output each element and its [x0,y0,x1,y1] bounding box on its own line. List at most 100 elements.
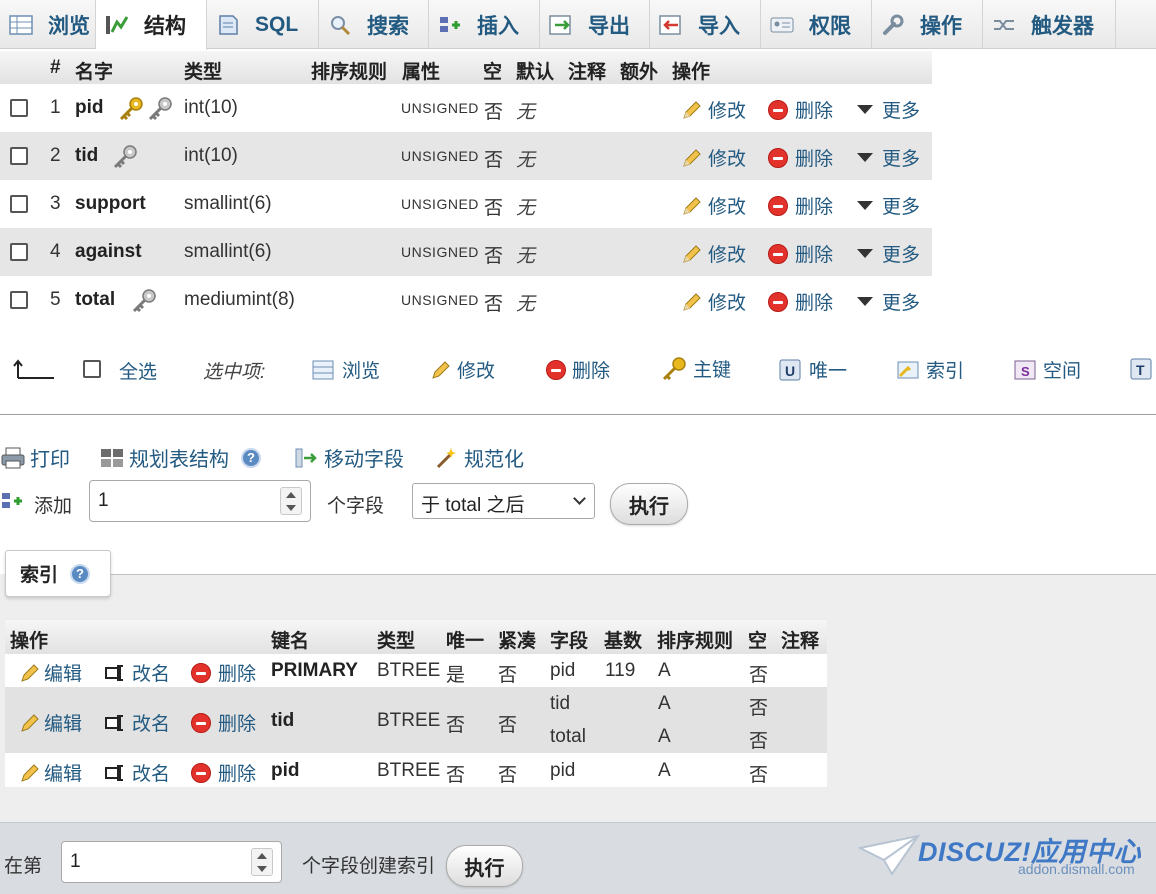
bulk-index-button[interactable]: 索引 [896,356,964,383]
index-column: pid [550,660,576,681]
delete-icon [546,359,566,380]
bulk-browse-button[interactable]: 浏览 [312,356,380,383]
index-edit-link[interactable]: 编辑 [18,759,82,786]
index-edit-link[interactable]: 编辑 [18,709,82,736]
bulk-primary-label: 主键 [693,360,732,381]
more-dropdown[interactable]: 更多 [854,96,920,123]
edit-link[interactable]: 修改 [680,96,746,123]
more-dropdown[interactable]: 更多 [854,144,920,171]
tab-search[interactable]: 搜索 [319,0,429,49]
sql-icon [215,14,241,36]
field-attributes: UNSIGNED [401,100,479,116]
drop-link[interactable]: 删除 [767,288,833,315]
index-keyname: pid [271,760,300,781]
index-row: 编辑 改名 删除 PRIMARY BTREE 是 否 pid 119 A 否 [5,654,827,687]
drop-link[interactable]: 删除 [767,192,833,219]
field-attributes: UNSIGNED [401,292,479,308]
drop-link[interactable]: 删除 [767,240,833,267]
help-icon[interactable]: ? [241,447,261,468]
move-columns-link[interactable]: 移动字段 [294,443,404,472]
fulltext-icon[interactable]: T [1130,358,1152,380]
print-link[interactable]: 打印 [0,443,70,472]
index-collation: A [658,760,671,781]
bulk-edit-button[interactable]: 修改 [429,356,495,383]
drop-link[interactable]: 删除 [767,96,833,123]
index-rename-link[interactable]: 改名 [104,709,170,736]
watermark-logo: DISCUZ!应用中心 addon.dismall.com [856,828,1148,882]
field-null: 否 [484,198,504,219]
edit-link[interactable]: 修改 [680,288,746,315]
add-go-button[interactable]: 执行 [610,483,688,525]
ix-header-collation: 排序规则 [657,631,734,652]
number-spinner-icon[interactable] [251,848,273,876]
tab-browse-label: 浏览 [48,14,90,38]
delete-icon [767,291,789,313]
more-label: 更多 [882,245,921,266]
print-label: 打印 [30,449,70,471]
col-header-attributes: 属性 [402,62,441,83]
tab-insert-label: 插入 [477,14,519,38]
edit-link[interactable]: 修改 [680,240,746,267]
bulk-unique-button[interactable]: U 唯一 [779,356,847,383]
col-header-name[interactable]: 名字 [75,57,113,84]
row-checkbox[interactable] [10,291,28,309]
row-checkbox[interactable] [10,243,28,261]
field-name: pid [75,97,104,118]
propose-structure-label: 规划表结构 [129,449,229,471]
check-all-label[interactable]: 全选 [119,357,157,384]
position-select[interactable]: 于 total 之后 [412,483,595,519]
propose-structure-link[interactable]: 规划表结构 ? [99,443,261,472]
more-dropdown[interactable]: 更多 [854,192,920,219]
add-columns-form: 添加 1 个字段 于 total 之后 执行 [0,478,1156,528]
index-drop-link[interactable]: 删除 [190,659,256,686]
tab-insert[interactable]: 插入 [429,0,540,49]
index-rename-link[interactable]: 改名 [104,659,170,686]
row-checkbox[interactable] [10,147,28,165]
tab-operations[interactable]: 操作 [872,0,983,49]
index-edit-link[interactable]: 编辑 [18,659,82,686]
delete-icon [190,662,212,684]
bulk-spatial-button[interactable]: S 空间 [1013,356,1081,383]
printer-icon [0,446,26,470]
index-drop-link[interactable]: 删除 [190,759,256,786]
row-checkbox[interactable] [10,195,28,213]
row-checkbox[interactable] [10,99,28,117]
field-null: 否 [484,150,504,171]
fields-label: 个字段 [327,496,385,517]
bulk-primary-button[interactable]: 主键 [661,355,731,382]
drop-link[interactable]: 删除 [767,144,833,171]
index-key-icon [147,96,173,128]
tab-browse[interactable]: 浏览 [0,0,96,49]
more-dropdown[interactable]: 更多 [854,288,920,315]
delete-icon [767,195,789,217]
create-index-go-button[interactable]: 执行 [446,845,523,887]
rename-icon [104,762,126,784]
tab-export[interactable]: 导出 [540,0,650,49]
bulk-drop-button[interactable]: 删除 [546,356,610,383]
number-spinner-icon[interactable] [280,487,302,515]
bulk-index-label: 索引 [926,361,965,382]
edit-link[interactable]: 修改 [680,144,746,171]
edit-link[interactable]: 修改 [680,192,746,219]
index-rename-link[interactable]: 改名 [104,759,170,786]
tab-privileges[interactable]: 权限 [761,0,872,49]
help-icon[interactable]: ? [70,563,91,584]
index-drop-link[interactable]: 删除 [190,709,256,736]
create-index-count-value: 1 [70,851,81,872]
field-attributes: UNSIGNED [401,196,479,212]
create-index-count-input[interactable]: 1 [61,841,282,883]
tab-structure[interactable]: 结构 [96,0,207,50]
with-selected-bar: 全选 选中项: 浏览 修改 删除 主键 U 唯一 索引 S 空间 T [0,340,1156,400]
field-name: tid [75,145,99,166]
tab-import[interactable]: 导入 [650,0,761,49]
check-all-checkbox[interactable] [83,360,101,378]
tab-triggers[interactable]: 触发器 [983,0,1116,49]
bulk-unique-label: 唯一 [809,361,848,382]
normalize-link[interactable]: 规范化 [434,443,524,472]
add-count-input[interactable]: 1 [89,480,311,522]
arrow-up-left-icon [12,358,56,380]
pencil-icon [680,147,702,169]
more-dropdown[interactable]: 更多 [854,240,920,267]
primary-key-icon [661,356,687,382]
tab-sql[interactable]: SQL [207,0,319,49]
